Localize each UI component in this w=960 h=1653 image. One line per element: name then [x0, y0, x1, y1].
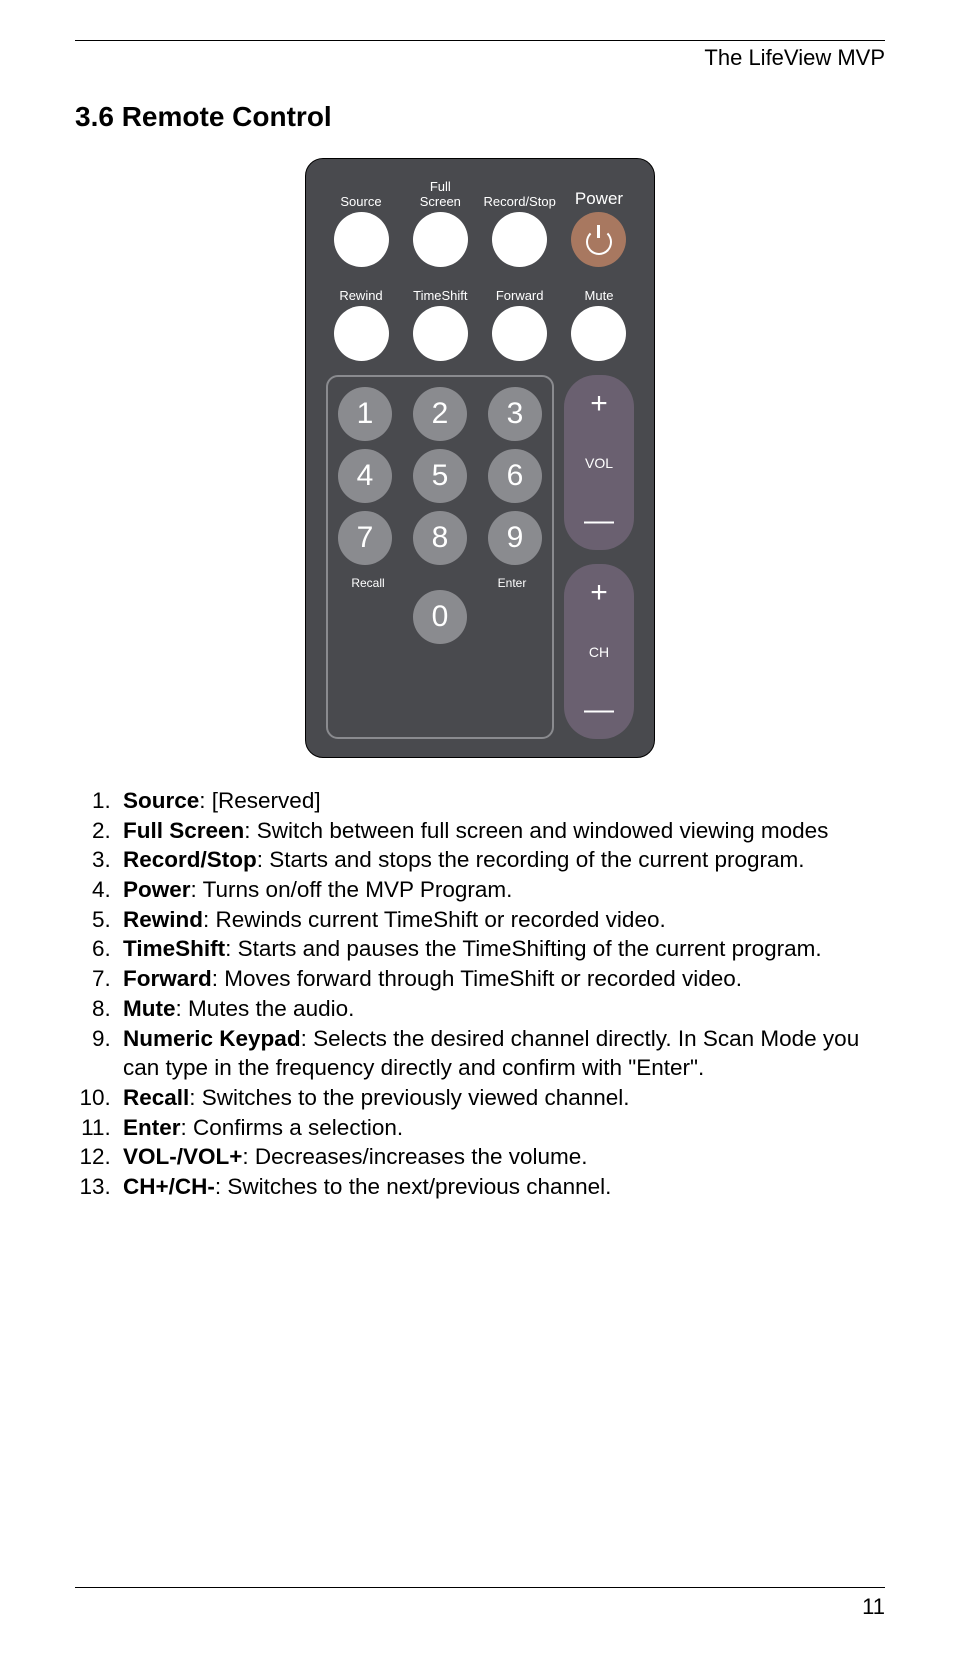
key-7: 7: [338, 511, 392, 565]
keypad-frame: 1 2 3 4 5 6 7 8 9: [326, 375, 554, 739]
list-item: Full Screen: Switch between full screen …: [117, 816, 885, 846]
list-item: Source: [Reserved]: [117, 786, 885, 816]
key-5: 5: [413, 449, 467, 503]
list-item: Rewind: Rewinds current TimeShift or rec…: [117, 905, 885, 935]
recall-label: Recall: [351, 576, 384, 590]
power-icon: [585, 226, 613, 254]
key-8: 8: [413, 511, 467, 565]
section-heading: 3.6 Remote Control: [75, 101, 885, 133]
list-item: Numeric Keypad: Selects the desired chan…: [117, 1024, 885, 1083]
list-item: VOL-/VOL+: Decreases/increases the volum…: [117, 1142, 885, 1172]
rewind-label: Rewind: [339, 275, 382, 303]
header-rule: [75, 40, 885, 41]
ch-minus-icon: —: [584, 695, 614, 725]
top-row-2: Rewind TimeShift Forward Mute: [326, 275, 634, 361]
timeshift-label: TimeShift: [413, 275, 467, 303]
header-title: The LifeView MVP: [75, 45, 885, 71]
list-item: Record/Stop: Starts and stops the record…: [117, 845, 885, 875]
vol-minus-icon: —: [584, 506, 614, 536]
key-1: 1: [338, 387, 392, 441]
rewind-button: [334, 306, 389, 361]
list-item: Enter: Confirms a selection.: [117, 1113, 885, 1143]
list-item: Recall: Switches to the previously viewe…: [117, 1083, 885, 1113]
remote-illustration: Source FullScreen Record/Stop Power: [305, 158, 655, 758]
key-9: 9: [488, 511, 542, 565]
key-3: 3: [488, 387, 542, 441]
ch-plus-icon: +: [590, 578, 608, 608]
list-item: CH+/CH-: Switches to the next/previous c…: [117, 1172, 885, 1202]
mute-button: [571, 306, 626, 361]
forward-button: [492, 306, 547, 361]
recordstop-label: Record/Stop: [484, 181, 556, 209]
top-row-1: Source FullScreen Record/Stop Power: [326, 181, 634, 267]
forward-label: Forward: [496, 275, 544, 303]
fullscreen-button: [413, 212, 468, 267]
power-button: [571, 212, 626, 267]
list-item: TimeShift: Starts and pauses the TimeShi…: [117, 934, 885, 964]
source-button: [334, 212, 389, 267]
key-0: 0: [413, 590, 467, 644]
key-2: 2: [413, 387, 467, 441]
fullscreen-label: FullScreen: [420, 181, 461, 209]
description-list: Source: [Reserved] Full Screen: Switch b…: [75, 786, 885, 1202]
recordstop-button: [492, 212, 547, 267]
source-label: Source: [340, 181, 381, 209]
ch-label: CH: [589, 644, 609, 660]
page-number: 11: [75, 1594, 885, 1620]
vol-plus-icon: +: [590, 389, 608, 419]
list-item: Power: Turns on/off the MVP Program.: [117, 875, 885, 905]
vol-pill: + VOL —: [564, 375, 634, 550]
footer-rule: [75, 1587, 885, 1588]
enter-label: Enter: [498, 576, 527, 590]
key-6: 6: [488, 449, 542, 503]
timeshift-button: [413, 306, 468, 361]
key-4: 4: [338, 449, 392, 503]
list-item: Mute: Mutes the audio.: [117, 994, 885, 1024]
mute-label: Mute: [585, 275, 614, 303]
list-item: Forward: Moves forward through TimeShift…: [117, 964, 885, 994]
power-label: Power: [575, 181, 623, 209]
ch-pill: + CH —: [564, 564, 634, 739]
vol-label: VOL: [585, 455, 613, 471]
